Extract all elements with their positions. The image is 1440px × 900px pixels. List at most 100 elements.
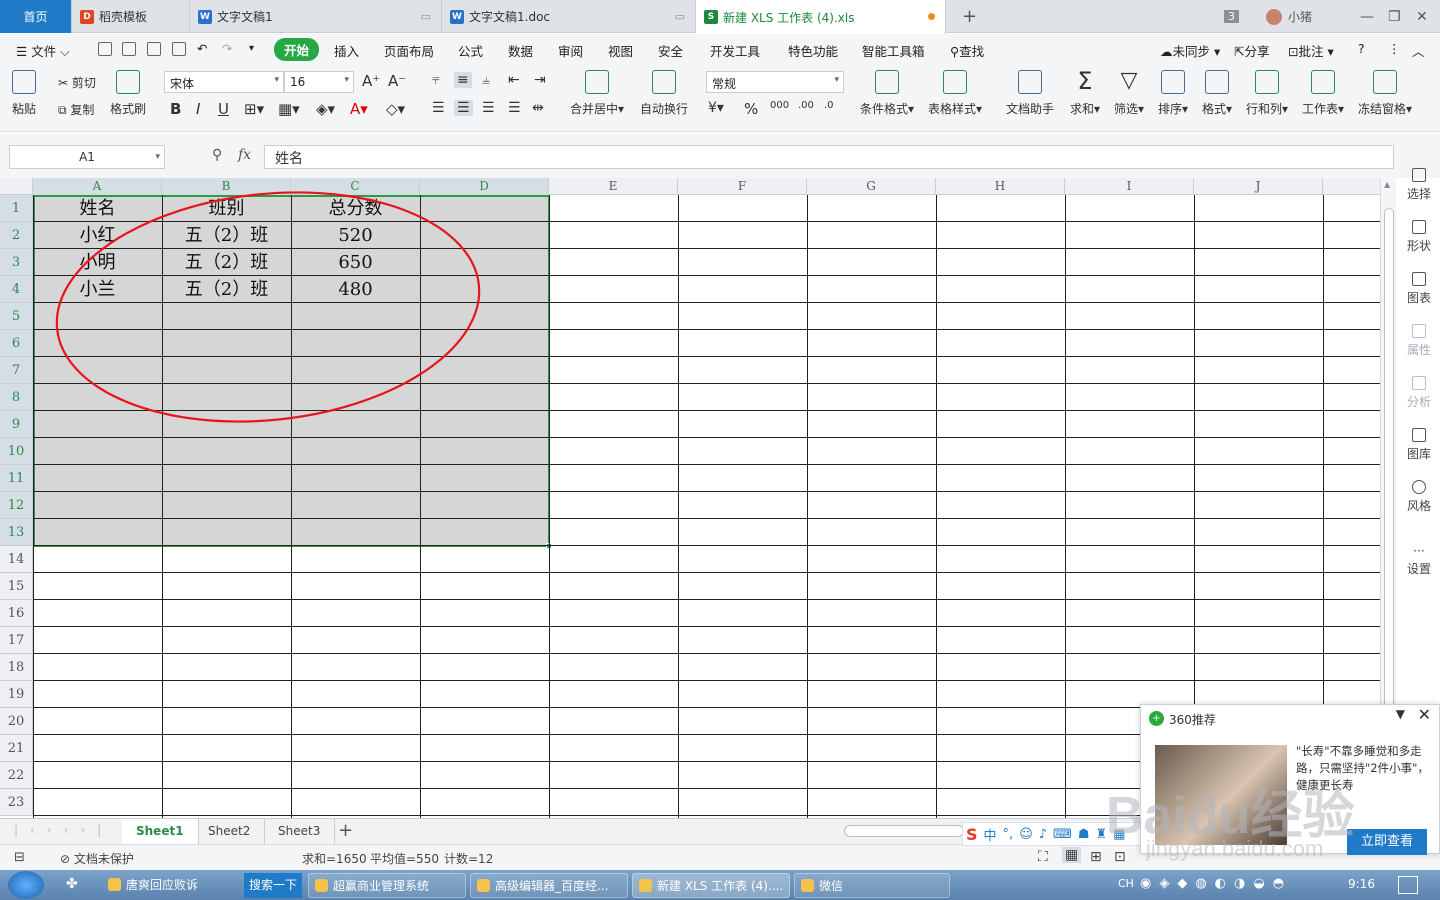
decrease-decimal-icon[interactable]: .0 bbox=[824, 100, 834, 111]
menu-layout[interactable]: 页面布局 bbox=[384, 41, 434, 60]
border-icon[interactable]: ⊞▾ bbox=[244, 100, 264, 118]
tab-doc2[interactable]: W 文字文稿1.doc ▭ bbox=[442, 0, 696, 33]
start-button[interactable] bbox=[8, 871, 44, 899]
add-sheet-icon[interactable]: + bbox=[338, 820, 353, 841]
fx-icon[interactable]: fx bbox=[238, 147, 251, 163]
percent-icon[interactable]: % bbox=[744, 100, 758, 118]
row-col-button[interactable]: 行和列▾ bbox=[1246, 70, 1288, 117]
save-icon[interactable] bbox=[98, 42, 112, 56]
taskbar-item-wechat[interactable]: 微信 bbox=[794, 873, 950, 898]
formula-input[interactable]: 姓名 bbox=[264, 145, 1394, 169]
increase-decimal-icon[interactable]: .00 bbox=[798, 100, 814, 111]
tab-home[interactable]: 首页 bbox=[0, 0, 72, 33]
align-bottom-icon[interactable]: ⫨ bbox=[482, 72, 490, 88]
menu-find[interactable]: ⚲查找 bbox=[950, 41, 984, 60]
sidebar-select[interactable]: 选择 bbox=[1398, 168, 1440, 202]
sidebar-properties[interactable]: 属性 bbox=[1398, 324, 1440, 358]
freeze-button[interactable]: 冻结窗格▾ bbox=[1358, 70, 1412, 117]
tab-count-badge[interactable]: 3 bbox=[1224, 0, 1239, 33]
font-shrink-icon[interactable]: A⁻ bbox=[388, 72, 406, 90]
page-break-view-icon[interactable]: ⊞ bbox=[1090, 849, 1102, 865]
collapse-ribbon-icon[interactable]: ︿ bbox=[1412, 41, 1425, 60]
merge-center-button[interactable]: 合并居中▾ bbox=[570, 70, 624, 117]
more-icon[interactable]: ⋮ bbox=[1388, 41, 1401, 56]
sidebar-shape[interactable]: 形状 bbox=[1398, 220, 1440, 254]
sheet-tab-3[interactable]: Sheet3 bbox=[264, 819, 336, 844]
sum-button[interactable]: Σ 求和▾ bbox=[1070, 69, 1100, 117]
help-icon[interactable]: ? bbox=[1358, 41, 1365, 56]
file-menu[interactable]: ☰ 文件 ⌵ bbox=[16, 41, 70, 60]
italic-icon[interactable]: I bbox=[196, 100, 200, 118]
sidebar-settings[interactable]: ··· 设置 bbox=[1398, 545, 1440, 577]
font-size-select[interactable]: 16 bbox=[284, 71, 354, 93]
tab-sheet[interactable]: S 新建 XLS 工作表 (4).xls bbox=[696, 0, 946, 34]
reading-view-icon[interactable]: ⊡ bbox=[1114, 849, 1126, 865]
format-painter-button[interactable]: 格式刷 bbox=[110, 70, 146, 117]
font-color-icon[interactable]: A▾ bbox=[350, 100, 368, 118]
currency-icon[interactable]: ¥▾ bbox=[708, 100, 724, 116]
align-top-icon[interactable]: ⫧ bbox=[432, 72, 440, 88]
wrap-text-button[interactable]: 自动换行 bbox=[640, 70, 688, 117]
input-lang-indicator[interactable]: CH bbox=[1118, 877, 1134, 890]
font-name-select[interactable]: 宋体 bbox=[164, 71, 284, 93]
taskbar-item-mgmt[interactable]: 超赢商业管理系统 bbox=[308, 873, 466, 898]
undo-icon[interactable]: ↶ bbox=[197, 41, 207, 56]
number-format-select[interactable]: 常规 bbox=[706, 71, 844, 93]
cut-button[interactable]: ✂ 剪切 bbox=[58, 74, 96, 91]
horizontal-scrollbar[interactable] bbox=[844, 825, 964, 837]
protect-status[interactable]: ⊘ 文档未保护 bbox=[60, 850, 134, 867]
bold-icon[interactable]: B bbox=[170, 100, 181, 118]
conditional-format-button[interactable]: 条件格式▾ bbox=[860, 70, 914, 117]
copy-button[interactable]: ⧉ 复制 bbox=[58, 101, 94, 118]
align-center-icon[interactable]: ☰ bbox=[454, 100, 473, 116]
sidebar-chart[interactable]: 图表 bbox=[1398, 272, 1440, 306]
new-tab-button[interactable]: + bbox=[962, 0, 977, 33]
taskbar-search-button[interactable]: 搜索一下 bbox=[244, 873, 302, 898]
apps-icon[interactable]: ✤ bbox=[66, 876, 78, 892]
popup-view-button[interactable]: 立即查看 bbox=[1347, 829, 1427, 855]
redo-icon[interactable]: ↷ bbox=[222, 41, 232, 56]
paste-button[interactable]: 粘贴 bbox=[12, 70, 36, 117]
align-left-icon[interactable]: ☰ bbox=[432, 100, 445, 116]
justify-icon[interactable]: ☰ bbox=[508, 100, 521, 116]
taskbar-item-editor[interactable]: 高级编辑器_百度经... bbox=[470, 873, 628, 898]
sheet-tab-1[interactable]: Sheet1 bbox=[122, 819, 199, 844]
taskbar-item-ie[interactable]: 唐爽回应败诉 bbox=[102, 873, 242, 898]
sort-button[interactable]: 排序▾ bbox=[1158, 70, 1188, 117]
menu-data[interactable]: 数据 bbox=[508, 41, 533, 60]
sidebar-analysis[interactable]: 分析 bbox=[1398, 376, 1440, 410]
eraser-icon[interactable]: ◇▾ bbox=[386, 100, 405, 118]
popup-collapse-icon[interactable]: ▼ bbox=[1396, 707, 1405, 721]
filter-button[interactable]: ▽ 筛选▾ bbox=[1114, 70, 1144, 117]
sidebar-style[interactable]: 风格 bbox=[1398, 480, 1440, 514]
tab-doc1[interactable]: W 文字文稿1 ▭ bbox=[190, 0, 442, 33]
sidebar-gallery[interactable]: 图库 bbox=[1398, 428, 1440, 462]
clock[interactable]: 9:16 bbox=[1348, 877, 1375, 891]
indent-right-icon[interactable]: ⇥ bbox=[534, 72, 546, 88]
print-icon[interactable] bbox=[147, 42, 161, 56]
quick-access-more-icon[interactable]: ▾ bbox=[249, 43, 254, 54]
table-style-button[interactable]: 表格样式▾ bbox=[928, 70, 982, 117]
cell-style-icon[interactable]: ▦▾ bbox=[278, 100, 300, 118]
align-middle-icon[interactable]: ≡ bbox=[454, 72, 472, 88]
user-menu[interactable]: 小猪 bbox=[1266, 0, 1312, 33]
menu-security[interactable]: 安全 bbox=[658, 41, 683, 60]
worksheet-button[interactable]: 工作表▾ bbox=[1302, 70, 1344, 117]
doc-helper-button[interactable]: 文档助手 bbox=[1006, 70, 1054, 117]
zoom-formula-icon[interactable]: ⚲ bbox=[212, 147, 222, 163]
menu-developer[interactable]: 开发工具 bbox=[710, 41, 760, 60]
distribute-icon[interactable]: ⇹ bbox=[532, 100, 544, 116]
tab-close-icon[interactable]: ▭ bbox=[421, 10, 431, 23]
menu-formula[interactable]: 公式 bbox=[458, 41, 483, 60]
menu-start[interactable]: 开始 bbox=[274, 38, 320, 61]
fill-color-icon[interactable]: ◈▾ bbox=[316, 100, 335, 118]
menu-features[interactable]: 特色功能 bbox=[788, 41, 838, 60]
sheet-nav-icons[interactable]: |‹‹››| bbox=[14, 823, 113, 837]
comment-button[interactable]: ⊡批注 ▾ bbox=[1288, 41, 1334, 60]
show-desktop-icon[interactable] bbox=[1398, 876, 1418, 894]
share-button[interactable]: ⇱分享 bbox=[1234, 41, 1270, 60]
tray-icons[interactable]: ◉◈◆◍◐◑◒◓ bbox=[1140, 876, 1292, 891]
menu-review[interactable]: 审阅 bbox=[558, 41, 583, 60]
export-icon[interactable] bbox=[122, 42, 136, 56]
normal-view-icon[interactable]: ▦ bbox=[1062, 847, 1082, 863]
